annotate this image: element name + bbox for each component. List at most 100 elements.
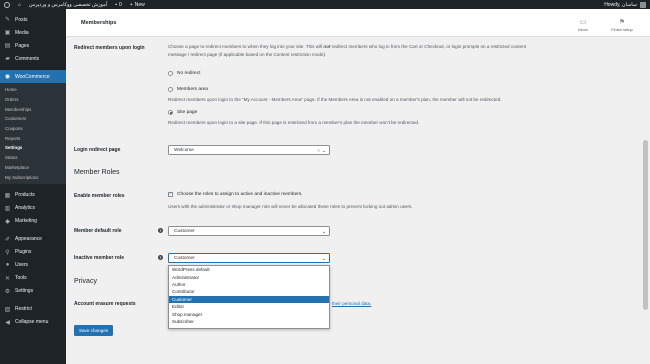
sidebar-item-label: Settings (15, 288, 34, 295)
inbox-button[interactable]: ▭ Inbox (568, 14, 598, 36)
plus-icon: + (129, 1, 133, 8)
appearance-icon: ✐ (4, 236, 11, 243)
submenu-coupons[interactable]: Coupons (0, 124, 66, 134)
inactive-member-role-value: Customer (174, 255, 195, 261)
dropdown-option[interactable]: Author (169, 281, 329, 288)
wordpress-logo-icon[interactable] (4, 1, 10, 8)
submenu-marketplace[interactable]: Marketplace (0, 163, 66, 173)
submenu-home[interactable]: Home (0, 85, 66, 95)
radio-no-redirect[interactable] (168, 71, 173, 76)
inbox-icon: ▭ (579, 18, 587, 26)
submenu-reports[interactable]: Reports (0, 133, 66, 143)
finish-setup-button[interactable]: ⚑ Finish setup (607, 14, 637, 36)
radio-label-site-page: Site page (177, 110, 198, 115)
page-header: Memberships ▭ Inbox ⚑ Finish setup (66, 9, 650, 37)
privacy-heading: Privacy (74, 278, 97, 285)
page-title: Memberships (81, 20, 117, 26)
sidebar-item-products[interactable]: ▦ Products (0, 189, 66, 202)
sidebar-item-collapse-menu[interactable]: ◀ Collapse menu (0, 316, 66, 329)
member-default-role-value: Customer (174, 228, 195, 234)
sidebar-item-label: Pages (15, 42, 30, 49)
sidebar-item-label: Posts (15, 16, 28, 23)
dropdown-option[interactable]: Subscriber (169, 318, 329, 325)
sidebar-item-label: Analytics (15, 205, 36, 212)
sidebar-item-posts[interactable]: ✎ Posts (0, 13, 66, 26)
sidebar-item-marketing[interactable]: ◆ Marketing (0, 215, 66, 228)
sidebar-item-pages[interactable]: ▤ Pages (0, 39, 66, 52)
products-icon: ▦ (4, 192, 11, 199)
sidebar-item-settings[interactable]: ⚙ Settings (0, 285, 66, 298)
avatar[interactable] (640, 1, 646, 8)
site-name-link[interactable]: آموزش تخصصی ووکامرس و وردپرس (29, 2, 107, 8)
media-icon: ▣ (4, 30, 11, 36)
submenu-status[interactable]: Status (0, 153, 66, 163)
checkmark-icon: ✓ (168, 191, 173, 197)
sidebar-item-label: Restrict (15, 306, 32, 313)
redirect-description-part-a: Choose a page to redirect members to whe… (168, 44, 324, 49)
submenu-orders[interactable]: Orders (0, 95, 66, 105)
enable-member-roles-note: Users with the administrator or shop man… (168, 204, 413, 209)
redirect-description-part-b: redirect members who log in from the Car… (330, 44, 526, 49)
sidebar-item-label: Appearance (15, 236, 42, 243)
collapse-icon: ◀ (5, 319, 10, 326)
dropdown-option-highlighted[interactable]: Customer (169, 295, 329, 303)
login-redirect-page-value: Welcome (174, 147, 194, 153)
sidebar-item-appearance[interactable]: ✐ Appearance (0, 233, 66, 246)
sidebar-item-label: Users (15, 262, 29, 269)
inactive-member-role-dropdown: WordPress default Administrator Author C… (168, 265, 330, 329)
howdy-link[interactable]: Howdy, ساسان (604, 2, 637, 8)
chevron-down-icon: ⌄ (321, 148, 326, 154)
personal-data-link[interactable]: their personal data. (332, 301, 371, 306)
new-content-link[interactable]: + New (130, 2, 145, 8)
help-icon[interactable]: ? (158, 228, 163, 233)
members-area-note: Redirect members upon login to the "My A… (168, 97, 502, 102)
radio-members-area[interactable] (168, 87, 173, 92)
flag-icon: ⚑ (618, 18, 626, 26)
sidebar-item-restrict[interactable]: ▧ Restrict (0, 303, 66, 316)
radio-site-page[interactable] (168, 110, 173, 115)
woocommerce-icon: ◉ (4, 74, 11, 80)
erasure-description: their personal data. (332, 300, 371, 308)
finish-setup-label: Finish setup (611, 27, 633, 32)
login-redirect-page-select[interactable]: Welcome × ⌄ (168, 145, 330, 155)
sidebar-item-comments[interactable]: ▰ Comments (0, 52, 66, 65)
submenu-memberships[interactable]: Memberships (0, 104, 66, 114)
sidebar-item-woocommerce[interactable]: ◉ WooCommerce (0, 70, 66, 83)
sidebar-item-analytics[interactable]: ▥ Analytics (0, 202, 66, 215)
dropdown-option[interactable]: Administrator (169, 273, 329, 280)
submenu-my-subscriptions[interactable]: My Subscriptions (0, 172, 66, 182)
home-icon[interactable]: ⌂ (18, 2, 21, 8)
member-default-role-select[interactable]: Customer ⌄ (168, 226, 330, 236)
sidebar-item-users[interactable]: ● Users (0, 259, 66, 272)
member-default-role-label: Member default role (74, 228, 122, 234)
sidebar-item-label: Products (15, 192, 35, 199)
chevron-down-icon: ⌄ (321, 229, 326, 235)
clear-icon[interactable]: × (317, 148, 320, 153)
dropdown-option[interactable]: Contributor (169, 288, 329, 295)
site-page-note: Redirect members upon login to a site pa… (168, 120, 420, 125)
sidebar-item-media[interactable]: ▣ Media (0, 26, 66, 39)
inactive-member-role-select[interactable]: Customer ⌄ (168, 253, 330, 263)
submenu-customers[interactable]: Customers (0, 114, 66, 124)
plugins-icon: ⚲ (5, 249, 10, 256)
account-erasure-label: Account erasure requests (74, 301, 136, 307)
save-changes-button[interactable]: Save changes (74, 325, 113, 336)
redirect-members-label: Redirect members upon login (74, 45, 145, 51)
enable-member-roles-checkbox[interactable]: ✓ (168, 192, 173, 197)
scrollbar-thumb[interactable] (643, 140, 648, 310)
sidebar-item-plugins[interactable]: ⚲ Plugins (0, 246, 66, 259)
sidebar-item-label: Collapse menu (15, 319, 49, 326)
dropdown-option[interactable]: WordPress default (169, 266, 329, 273)
sidebar-item-tools[interactable]: ✕ Tools (0, 272, 66, 285)
help-icon[interactable]: ? (158, 255, 163, 260)
submenu-settings[interactable]: Settings (0, 143, 66, 153)
member-roles-heading: Member Roles (74, 169, 120, 176)
page-icon: ▤ (4, 43, 11, 49)
pin-icon: ✎ (4, 17, 11, 23)
dropdown-option[interactable]: Shop manager (169, 310, 329, 317)
analytics-icon: ▥ (4, 205, 11, 212)
comments-link[interactable]: ▪ 0 (115, 2, 122, 8)
redirect-description: Choose a page to redirect members to whe… (168, 43, 526, 58)
dropdown-option[interactable]: Editor (169, 303, 329, 310)
tools-icon: ✕ (4, 275, 11, 282)
